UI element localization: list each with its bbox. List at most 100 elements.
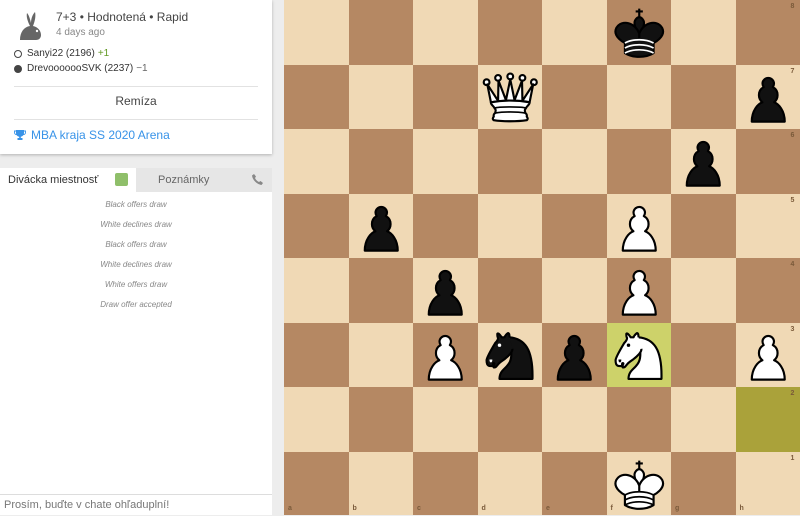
rank-coordinate: 6 bbox=[791, 132, 795, 139]
square-c2[interactable] bbox=[413, 387, 478, 452]
tournament-link[interactable]: MBA kraja SS 2020 Arena bbox=[14, 128, 170, 142]
white-rating-diff: +1 bbox=[98, 48, 109, 59]
square-g4[interactable] bbox=[671, 258, 736, 323]
white-pawn-icon[interactable] bbox=[413, 323, 478, 388]
file-coordinate: b bbox=[353, 505, 357, 512]
square-b2[interactable] bbox=[349, 387, 414, 452]
game-meta-title: 7+3 • Hodnotená • Rapid bbox=[56, 10, 188, 24]
white-player[interactable]: Sanyi22 (2196) +1 bbox=[14, 48, 109, 59]
tab-notes-label: Poznámky bbox=[158, 174, 209, 186]
black-side-icon bbox=[14, 65, 22, 73]
white-knight-icon[interactable] bbox=[607, 323, 672, 388]
square-g1[interactable] bbox=[671, 452, 736, 516]
square-e5[interactable] bbox=[542, 194, 607, 259]
square-a2[interactable] bbox=[284, 387, 349, 452]
rank-coordinate: 8 bbox=[791, 3, 795, 10]
rank-coordinate: 2 bbox=[791, 390, 795, 397]
square-a6[interactable] bbox=[284, 129, 349, 194]
white-pawn-icon[interactable] bbox=[607, 194, 672, 259]
square-d1[interactable] bbox=[478, 452, 543, 516]
tournament-name[interactable]: MBA kraja SS 2020 Arena bbox=[31, 128, 170, 142]
chat-message: Black offers draw bbox=[0, 195, 272, 215]
square-g2[interactable] bbox=[671, 387, 736, 452]
black-pawn-icon[interactable] bbox=[542, 323, 607, 388]
square-d6[interactable] bbox=[478, 129, 543, 194]
square-c6[interactable] bbox=[413, 129, 478, 194]
rabbit-icon bbox=[14, 10, 46, 42]
chat-message: White offers draw bbox=[0, 275, 272, 295]
tab-spectator-label: Divácka miestnosť bbox=[8, 174, 98, 186]
square-g7[interactable] bbox=[671, 65, 736, 130]
trophy-icon bbox=[14, 129, 26, 141]
game-time-ago: 4 days ago bbox=[56, 27, 105, 38]
square-f7[interactable] bbox=[607, 65, 672, 130]
square-f2[interactable] bbox=[607, 387, 672, 452]
rank-coordinate: 5 bbox=[791, 197, 795, 204]
square-e2[interactable] bbox=[542, 387, 607, 452]
file-coordinate: a bbox=[288, 505, 292, 512]
square-e1[interactable] bbox=[542, 452, 607, 516]
divider bbox=[14, 119, 258, 120]
square-c7[interactable] bbox=[413, 65, 478, 130]
square-c5[interactable] bbox=[413, 194, 478, 259]
chat-message: Black offers draw bbox=[0, 235, 272, 255]
chat-tabs: Divácka miestnosť Poznámky bbox=[0, 168, 272, 192]
white-queen-icon[interactable] bbox=[478, 65, 543, 130]
square-b7[interactable] bbox=[349, 65, 414, 130]
white-pawn-icon[interactable] bbox=[607, 258, 672, 323]
square-d4[interactable] bbox=[478, 258, 543, 323]
square-e6[interactable] bbox=[542, 129, 607, 194]
black-knight-icon[interactable] bbox=[478, 323, 543, 388]
white-king-icon[interactable] bbox=[607, 452, 672, 516]
black-king-icon[interactable] bbox=[607, 0, 672, 65]
square-b1[interactable] bbox=[349, 452, 414, 516]
file-coordinate: d bbox=[482, 505, 486, 512]
white-pawn-icon[interactable] bbox=[736, 323, 800, 388]
square-c8[interactable] bbox=[413, 0, 478, 65]
square-a8[interactable] bbox=[284, 0, 349, 65]
square-d8[interactable] bbox=[478, 0, 543, 65]
square-g5[interactable] bbox=[671, 194, 736, 259]
square-b8[interactable] bbox=[349, 0, 414, 65]
black-rating-diff: −1 bbox=[136, 63, 147, 74]
square-d5[interactable] bbox=[478, 194, 543, 259]
square-e4[interactable] bbox=[542, 258, 607, 323]
file-coordinate: c bbox=[417, 505, 421, 512]
black-pawn-icon[interactable] bbox=[736, 65, 800, 130]
chat-panel: Divácka miestnosť Poznámky Black offers … bbox=[0, 168, 272, 515]
black-pawn-icon[interactable] bbox=[413, 258, 478, 323]
chat-input[interactable]: Prosím, buďte v chate ohľaduplní! bbox=[0, 494, 272, 515]
chess-board[interactable]: abcdefgh87654321 bbox=[284, 0, 800, 515]
phone-icon[interactable] bbox=[251, 173, 264, 186]
square-a4[interactable] bbox=[284, 258, 349, 323]
square-c1[interactable] bbox=[413, 452, 478, 516]
tab-notes[interactable]: Poznámky bbox=[136, 168, 272, 192]
chat-toggle-checkbox[interactable] bbox=[115, 173, 128, 186]
square-b3[interactable] bbox=[349, 323, 414, 388]
square-e7[interactable] bbox=[542, 65, 607, 130]
square-a1[interactable] bbox=[284, 452, 349, 516]
game-result: Remíza bbox=[0, 94, 272, 108]
square-g8[interactable] bbox=[671, 0, 736, 65]
square-f6[interactable] bbox=[607, 129, 672, 194]
rank-coordinate: 4 bbox=[791, 261, 795, 268]
tab-spectator-room[interactable]: Divácka miestnosť bbox=[0, 168, 136, 192]
black-player-name[interactable]: DrevooooooSVK (2237) bbox=[27, 63, 133, 74]
black-player[interactable]: DrevooooooSVK (2237) −1 bbox=[14, 63, 148, 74]
black-pawn-icon[interactable] bbox=[671, 129, 736, 194]
square-a3[interactable] bbox=[284, 323, 349, 388]
square-g3[interactable] bbox=[671, 323, 736, 388]
white-player-name[interactable]: Sanyi22 (2196) bbox=[27, 48, 95, 59]
chat-message: White declines draw bbox=[0, 215, 272, 235]
square-a7[interactable] bbox=[284, 65, 349, 130]
square-e8[interactable] bbox=[542, 0, 607, 65]
square-d2[interactable] bbox=[478, 387, 543, 452]
black-pawn-icon[interactable] bbox=[349, 194, 414, 259]
left-panel: 7+3 • Hodnotená • Rapid 4 days ago Sanyi… bbox=[0, 0, 284, 515]
square-b4[interactable] bbox=[349, 258, 414, 323]
rank-coordinate: 1 bbox=[791, 455, 795, 462]
square-b6[interactable] bbox=[349, 129, 414, 194]
file-coordinate: e bbox=[546, 505, 550, 512]
game-info-box: 7+3 • Hodnotená • Rapid 4 days ago Sanyi… bbox=[0, 0, 272, 154]
square-a5[interactable] bbox=[284, 194, 349, 259]
